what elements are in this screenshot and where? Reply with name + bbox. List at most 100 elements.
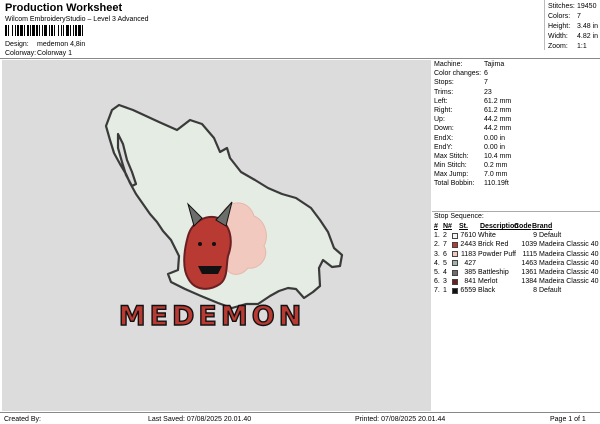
- col-desc: Description: [480, 223, 519, 230]
- info-row: EndY: 0.00 in: [434, 143, 600, 152]
- barcode-bar: [83, 25, 85, 36]
- stop-needle: 1: [443, 287, 447, 295]
- info-value: 7.0 mm: [484, 171, 508, 179]
- info-row: Trims: 23: [434, 88, 600, 97]
- stop-row: 4. 5 427 1463 Madeira Classic 40: [434, 259, 600, 268]
- info-row: Machine: Tajima: [434, 60, 600, 69]
- stats-label: Stitches:: [548, 3, 575, 10]
- stop-brand: Madeira Classic 40: [539, 241, 599, 249]
- stop-code: 1361: [521, 268, 537, 276]
- stop-description: Powder Puff: [478, 250, 517, 258]
- stop-code: 1463: [521, 259, 537, 267]
- worksheet-title: Production Worksheet: [5, 2, 123, 14]
- info-label: Max Stitch:: [434, 152, 469, 160]
- barcode: [5, 25, 137, 36]
- stats-value: 1:1: [577, 43, 587, 50]
- stop-needle: 6: [443, 250, 447, 258]
- stats-value: 19450: [577, 3, 597, 10]
- stop-description: White: [478, 232, 496, 240]
- info-label: Color changes:: [434, 70, 482, 78]
- design-preview: MEDEMON: [2, 60, 431, 411]
- info-value: 61.2 mm: [484, 97, 512, 105]
- info-value: 6: [484, 70, 488, 78]
- info-row: Max Jump: 7.0 mm: [434, 170, 600, 179]
- stop-brand: Default: [539, 232, 562, 240]
- stats-label: Zoom:: [548, 43, 568, 50]
- thread-swatch: [452, 231, 459, 240]
- stop-num: 3.: [434, 250, 440, 258]
- stats-row: Zoom: 1:1: [548, 42, 600, 52]
- footer: Created By: Last Saved: 07/08/2025 20.01…: [0, 412, 600, 424]
- stats-value: 7: [577, 13, 581, 20]
- thread-swatch: [452, 286, 459, 295]
- stats-value: 4.82 in: [577, 33, 599, 40]
- stop-brand: Madeira Classic 40: [539, 278, 599, 286]
- info-row: Down: 44.2 mm: [434, 124, 600, 133]
- swatch-square: [452, 269, 458, 276]
- info-label: Up:: [434, 116, 445, 124]
- info-row: Right: 61.2 mm: [434, 106, 600, 115]
- swatch-square: [452, 287, 458, 294]
- colorway-value: Colorway 1: [37, 50, 73, 57]
- embroidery-design: MEDEMON: [104, 103, 344, 333]
- created-by: Created By:: [4, 416, 41, 423]
- stop-row: 1. 2 7610 White 9 Default: [434, 231, 600, 240]
- stop-stitches: 2443: [460, 241, 476, 249]
- stop-stitches: 427: [464, 259, 476, 267]
- stats-row: Height: 3.48 in: [548, 22, 600, 32]
- stats-label: Colors:: [548, 13, 571, 20]
- info-value: 44.2 mm: [484, 116, 512, 124]
- stop-code: 9: [533, 232, 537, 240]
- header-divider: [0, 58, 600, 59]
- info-label: Right:: [434, 106, 453, 114]
- thread-swatch: [452, 240, 459, 249]
- swatch-square: [452, 241, 458, 248]
- info-label: EndX:: [434, 134, 454, 142]
- info-value: 0.00 in: [484, 143, 506, 151]
- stop-stitches: 1183: [460, 250, 476, 258]
- swatch-square: [452, 260, 458, 267]
- col-brand: Brand: [532, 223, 553, 230]
- software-name: Wilcom EmbroideryStudio – Level 3 Advanc…: [5, 16, 149, 23]
- thread-swatch: [452, 277, 459, 286]
- info-value: 10.4 mm: [484, 152, 512, 160]
- stop-stitches: 841: [464, 278, 476, 286]
- info-label: Down:: [434, 125, 454, 133]
- stats-row: Width: 4.82 in: [548, 32, 600, 42]
- stop-row: 6. 3 841 Merlot 1384 Madeira Classic 40: [434, 277, 600, 286]
- design-value: medemon 4,8in: [37, 41, 86, 48]
- stop-row: 3. 6 1183 Powder Puff 1115 Madeira Classic 40: [434, 250, 600, 259]
- stop-num: 1.: [434, 232, 440, 240]
- stop-rows: 1. 2 7610 White 9 Default 2. 7 2443 Brick Red 1039…: [434, 231, 600, 295]
- info-label: Total Bobbin:: [434, 180, 475, 188]
- demon-head: [183, 216, 232, 290]
- stop-stitches: 385: [464, 268, 476, 276]
- stop-needle: 3: [443, 278, 447, 286]
- thread-swatch: [452, 268, 459, 277]
- page-number: Page 1 of 1: [550, 416, 586, 423]
- stop-needle: 2: [443, 232, 447, 240]
- info-value: 44.2 mm: [484, 125, 512, 133]
- stop-code: 1115: [522, 250, 537, 258]
- col-n: N#: [443, 223, 452, 230]
- design-label: Design:: [5, 41, 29, 48]
- col-st: St.: [459, 223, 468, 230]
- info-label: EndY:: [434, 143, 453, 151]
- stop-num: 5.: [434, 268, 440, 276]
- stop-sequence-heading: Stop Sequence:: [434, 213, 484, 220]
- stop-brand: Default: [539, 287, 562, 295]
- stop-needle: 4: [443, 268, 447, 276]
- stop-sequence-header: # N# St. Description Code Brand: [434, 222, 600, 231]
- stop-brand: Madeira Classic 40: [539, 250, 599, 258]
- info-value: 7: [484, 79, 488, 87]
- colorway-meta: Colorway: Colorway 1: [5, 50, 72, 57]
- stop-description: Battleship: [478, 268, 509, 276]
- design-text: MEDEMON: [119, 301, 306, 332]
- last-saved: Last Saved: 07/08/2025 20.01.40: [148, 416, 252, 423]
- stop-code: 1384: [521, 278, 537, 286]
- info-label: Machine:: [434, 61, 463, 68]
- stats-label: Width:: [548, 33, 568, 40]
- stop-description: Merlot: [478, 278, 498, 286]
- printed-date: Printed: 07/08/2025 20.01.44: [355, 416, 446, 423]
- stop-num: 4.: [434, 259, 440, 267]
